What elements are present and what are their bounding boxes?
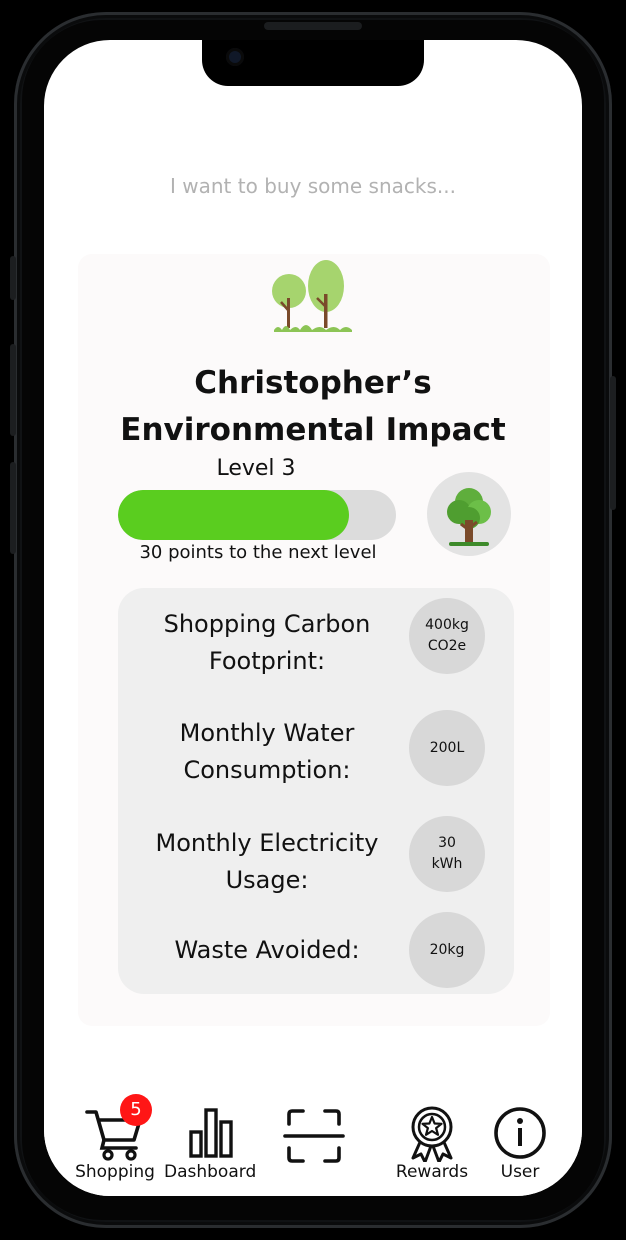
tab-rewards[interactable]: Rewards [390,1106,474,1182]
stat-label-line: Consumption: [183,756,351,784]
scan-icon [283,1109,345,1163]
tab-label: Rewards [395,1162,469,1182]
tab-label: User [500,1162,540,1182]
cart-count-badge: 5 [120,1094,152,1126]
stat-value: 20kg [429,941,465,958]
stat-value-bubble: 20kg [409,912,485,988]
award-icon [411,1106,453,1162]
page-title: Christopher’s Environmental Impact [44,360,582,454]
volume-up-button [10,344,16,436]
level-progress-fill [118,490,349,540]
stat-value: 200L [429,739,465,756]
app-screen: I want to buy some snacks... Christopher… [44,40,582,1196]
front-camera [226,48,244,66]
tab-scan[interactable] [282,1106,346,1166]
tab-label: Shopping [75,1162,155,1182]
title-line-2: Environmental Impact [120,412,506,448]
power-button [610,376,616,510]
earpiece-speaker [264,22,362,30]
stat-value-bubble: 200L [409,710,485,786]
tab-user[interactable]: User [488,1106,552,1182]
volume-down-button [10,462,16,554]
silent-switch [10,256,16,300]
stat-label-line: Usage: [225,866,309,894]
stat-value: 400kg [425,617,469,633]
bar-chart-icon [189,1108,233,1158]
level-label: Level 3 [216,456,296,481]
stat-value: 30 [438,835,456,851]
stat-label: Shopping Carbon Footprint: [132,606,402,680]
stat-value-bubble: 400kg CO2e [409,598,485,674]
info-icon [494,1107,546,1159]
stat-label: Monthly Electricity Usage: [132,825,402,899]
title-line-1: Christopher’s [194,365,432,401]
stat-label-line: Footprint: [208,647,326,675]
tab-dashboard[interactable]: Dashboard [164,1106,256,1182]
stat-value-unit: CO2e [427,638,467,654]
stat-label: Monthly Water Consumption: [132,715,402,789]
tree-icon [447,488,491,546]
search-input[interactable]: I want to buy some snacks... [44,174,582,198]
level-progress-bar [118,490,396,540]
stat-label-line: Monthly Electricity [155,829,379,857]
stat-label-line: Monthly Water [179,719,355,747]
trees-icon [272,260,352,332]
stat-value-unit: kWh [431,856,463,872]
level-badge[interactable] [427,472,511,556]
stats-panel: Shopping Carbon Footprint: 400kg CO2e Mo… [118,588,514,994]
progress-caption: 30 points to the next level [139,542,377,563]
stat-label-line: Waste Avoided: [174,936,360,964]
stat-label-line: Shopping Carbon [163,610,371,638]
tab-label: Dashboard [164,1162,257,1182]
stat-value-bubble: 30 kWh [409,816,485,892]
stat-label: Waste Avoided: [132,932,402,969]
